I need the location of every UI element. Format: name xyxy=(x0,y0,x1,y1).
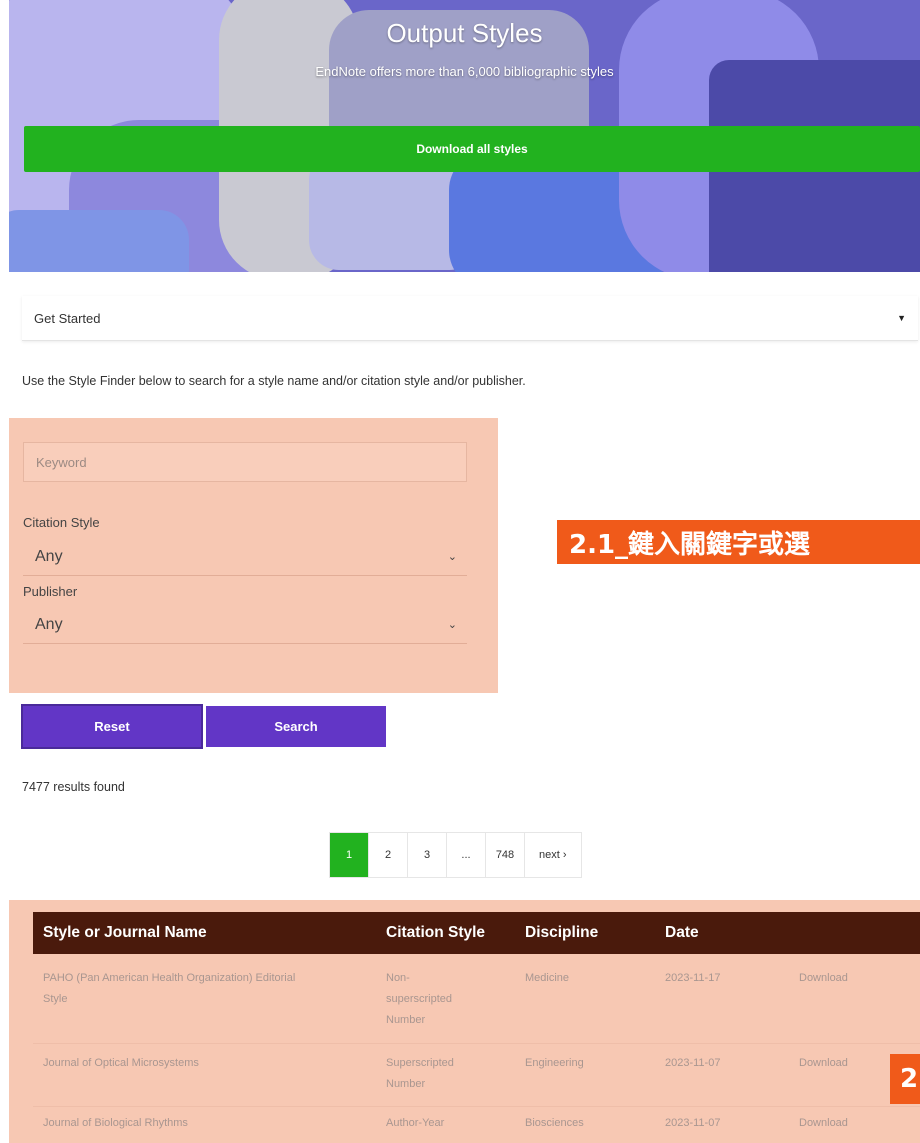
header-date: Date xyxy=(665,924,699,941)
publisher-value: Any xyxy=(35,615,63,633)
row-divider xyxy=(33,1106,920,1107)
citation-style-cell: Superscripted Number xyxy=(386,1053,454,1095)
citation-line: Number xyxy=(386,1014,426,1026)
caret-down-icon: ▼ xyxy=(897,313,906,323)
publisher-label: Publisher xyxy=(23,584,78,599)
header-citation-style: Citation Style xyxy=(386,924,486,941)
header-discipline: Discipline xyxy=(525,924,599,941)
page-ellipsis: ... xyxy=(447,833,486,877)
table-row: PAHO (Pan American Health Organization) … xyxy=(33,968,920,1036)
page: Output Styles EndNote offers more than 6… xyxy=(0,0,920,1143)
keyword-input[interactable] xyxy=(23,442,467,482)
page-link-748[interactable]: 748 xyxy=(486,833,525,877)
results-count: 7477 results found xyxy=(22,780,125,794)
date-cell: 2023-11-07 xyxy=(665,1057,721,1069)
header-style-name: Style or Journal Name xyxy=(43,924,207,941)
page-link-3[interactable]: 3 xyxy=(408,833,447,877)
download-link[interactable]: Download xyxy=(799,968,848,989)
hero-banner: Output Styles EndNote offers more than 6… xyxy=(9,0,920,272)
citation-line: Non- xyxy=(386,972,410,984)
download-link[interactable]: Download xyxy=(799,1053,848,1074)
discipline-cell: Medicine xyxy=(525,972,570,984)
date-cell: 2023-11-07 xyxy=(665,1117,721,1129)
date-cell: 2023-11-17 xyxy=(665,972,721,984)
annotation-label: 2.1_鍵入關鍵字或選 xyxy=(557,520,920,564)
page-link-1[interactable]: 1 xyxy=(330,833,369,877)
citation-line: Superscripted xyxy=(386,1057,454,1069)
styles-table: Style or Journal Name Citation Style Dis… xyxy=(9,900,920,1143)
chevron-down-icon: ⌄ xyxy=(447,551,457,563)
get-started-label: Get Started xyxy=(34,310,101,326)
style-name-line: PAHO (Pan American Health Organization) … xyxy=(43,972,296,984)
intro-text: Use the Style Finder below to search for… xyxy=(22,374,526,388)
citation-style-cell: Author-Year xyxy=(386,1117,445,1129)
annotation-label: 2 xyxy=(890,1054,920,1104)
page-title: Output Styles xyxy=(386,18,543,48)
citation-style-value: Any xyxy=(35,547,63,565)
citation-line: superscripted xyxy=(386,993,453,1005)
get-started-dropdown[interactable]: Get Started ▼ xyxy=(22,296,918,341)
next-page-link[interactable]: next › xyxy=(525,833,581,877)
citation-style-label: Citation Style xyxy=(23,515,100,530)
discipline-cell: Engineering xyxy=(525,1057,584,1069)
page-subtitle: EndNote offers more than 6,000 bibliogra… xyxy=(315,64,614,79)
style-name-cell[interactable]: Journal of Biological Rhythms xyxy=(43,1113,188,1134)
table-row: Journal of Biological Rhythms Author-Yea… xyxy=(33,1113,920,1137)
table-row: Journal of Optical Microsystems Superscr… xyxy=(33,1053,920,1099)
page-link-2[interactable]: 2 xyxy=(369,833,408,877)
style-name-cell[interactable]: Journal of Optical Microsystems xyxy=(43,1053,199,1074)
download-link[interactable]: Download xyxy=(799,1113,848,1134)
reset-button[interactable]: Reset xyxy=(23,706,201,747)
row-divider xyxy=(33,1043,920,1044)
style-finder-panel: Citation Style Any ⌄ Publisher Any ⌄ xyxy=(9,418,498,693)
hero-decor-shape xyxy=(9,210,189,272)
citation-style-select[interactable]: Any ⌄ xyxy=(23,538,467,576)
discipline-cell: Biosciences xyxy=(525,1117,584,1129)
citation-style-cell: Non- superscripted Number xyxy=(386,968,452,1031)
style-name-cell[interactable]: PAHO (Pan American Health Organization) … xyxy=(43,968,295,1010)
search-button[interactable]: Search xyxy=(206,706,386,747)
citation-line: Number xyxy=(386,1078,426,1090)
publisher-select[interactable]: Any ⌄ xyxy=(23,606,467,644)
pagination: 1 2 3 ... 748 next › xyxy=(329,832,582,878)
chevron-down-icon: ⌄ xyxy=(447,619,457,631)
download-all-button[interactable]: Download all styles xyxy=(24,126,920,172)
table-header: Style or Journal Name Citation Style Dis… xyxy=(33,912,920,954)
style-name-line: Style xyxy=(43,993,68,1005)
